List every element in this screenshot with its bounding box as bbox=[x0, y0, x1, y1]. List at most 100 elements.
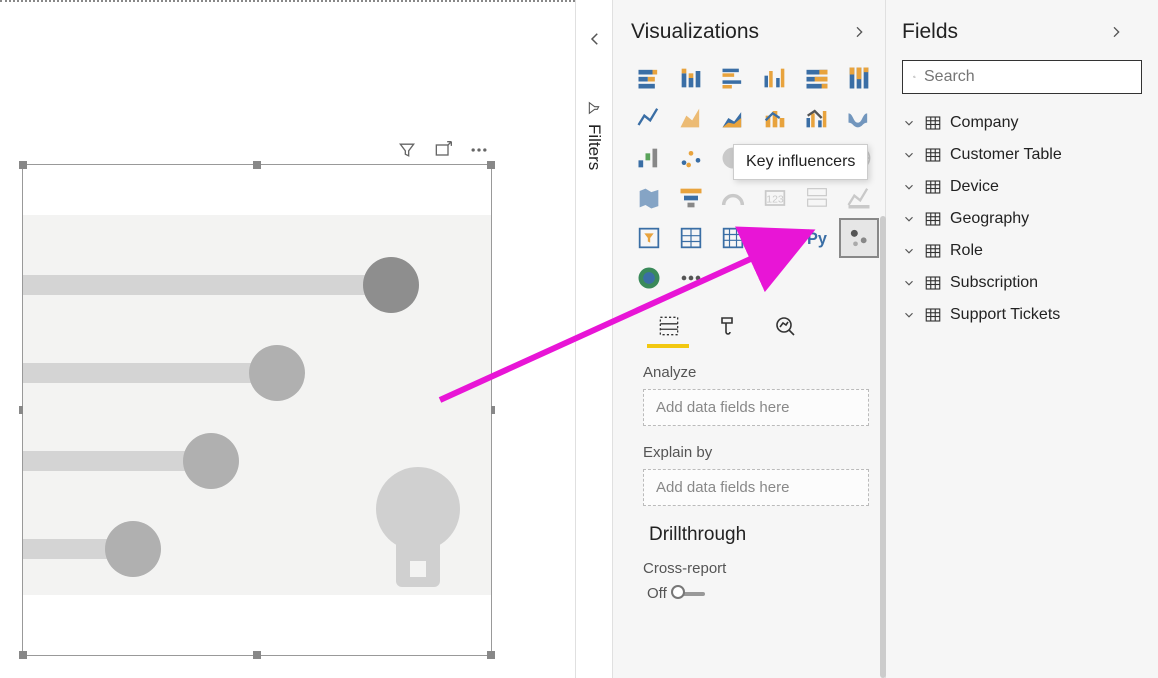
field-table-item[interactable]: Geography bbox=[902, 210, 1142, 228]
field-table-item[interactable]: Support Tickets bbox=[902, 306, 1142, 324]
table-icon bbox=[924, 114, 942, 132]
fields-title: Fields bbox=[902, 20, 958, 44]
fields-tab[interactable] bbox=[655, 310, 683, 342]
fields-search[interactable] bbox=[902, 60, 1142, 94]
viz-card[interactable]: 123 bbox=[757, 180, 793, 216]
resize-handle[interactable] bbox=[487, 161, 495, 169]
table-name: Company bbox=[950, 114, 1018, 132]
viz-funnel[interactable] bbox=[673, 180, 709, 216]
table-name: Role bbox=[950, 242, 983, 260]
chevron-down-icon bbox=[902, 116, 916, 130]
viz-arcgis[interactable] bbox=[631, 260, 667, 296]
table-name: Subscription bbox=[950, 274, 1038, 292]
viz-kpi[interactable] bbox=[841, 180, 877, 216]
filters-label: Filters bbox=[584, 124, 604, 170]
field-table-item[interactable]: Device bbox=[902, 178, 1142, 196]
viz-clustered-bar[interactable] bbox=[715, 60, 751, 96]
chevron-left-icon[interactable] bbox=[586, 30, 604, 48]
viz-table[interactable] bbox=[673, 220, 709, 256]
active-tab-indicator bbox=[647, 344, 689, 348]
viz-stacked-bar[interactable] bbox=[631, 60, 667, 96]
page-boundary-top bbox=[0, 0, 575, 6]
viz-line[interactable] bbox=[631, 100, 667, 136]
visual-header-toolbar bbox=[397, 140, 489, 160]
visualizations-pane: Visualizations 123 bbox=[613, 0, 886, 678]
svg-text:Py: Py bbox=[807, 230, 827, 248]
resize-handle[interactable] bbox=[19, 651, 27, 659]
table-name: Device bbox=[950, 178, 999, 196]
field-table-item[interactable]: Subscription bbox=[902, 274, 1142, 292]
chevron-down-icon bbox=[902, 212, 916, 226]
table-icon bbox=[924, 178, 942, 196]
viz-stacked-column[interactable] bbox=[673, 60, 709, 96]
viz-multirow-card[interactable] bbox=[799, 180, 835, 216]
format-tab[interactable] bbox=[713, 310, 741, 342]
field-table-item[interactable]: Customer Table bbox=[902, 146, 1142, 164]
visualization-gallery: 123 R Py Key influencers bbox=[631, 60, 885, 296]
toggle-state: Off bbox=[647, 585, 667, 602]
viz-slicer[interactable] bbox=[631, 220, 667, 256]
viz-100-stacked-column[interactable] bbox=[841, 60, 877, 96]
focus-mode-icon[interactable] bbox=[433, 140, 453, 160]
filter-icon[interactable] bbox=[397, 140, 417, 160]
viz-line-stacked-column[interactable] bbox=[757, 100, 793, 136]
viz-gauge[interactable] bbox=[715, 180, 751, 216]
viz-get-more[interactable] bbox=[673, 260, 709, 296]
report-canvas[interactable] bbox=[0, 0, 575, 678]
field-table-item[interactable]: Company bbox=[902, 114, 1142, 132]
format-tabs bbox=[631, 310, 885, 342]
filters-icon bbox=[586, 100, 602, 116]
viz-line-clustered-column[interactable] bbox=[799, 100, 835, 136]
fields-pane: Fields Company Customer Table Device Geo… bbox=[886, 0, 1158, 678]
cross-report-toggle[interactable]: Off bbox=[647, 585, 885, 602]
resize-handle[interactable] bbox=[253, 651, 261, 659]
visualizations-title: Visualizations bbox=[631, 20, 759, 44]
viz-key-influencers[interactable] bbox=[841, 220, 877, 256]
viz-area[interactable] bbox=[673, 100, 709, 136]
chevron-right-icon[interactable] bbox=[851, 24, 867, 40]
filters-pane-collapsed[interactable]: Filters bbox=[575, 0, 613, 678]
tooltip-key-influencers: Key influencers bbox=[733, 144, 868, 180]
viz-filled-map[interactable] bbox=[631, 180, 667, 216]
explain-by-label: Explain by bbox=[643, 444, 885, 461]
more-options-icon[interactable] bbox=[469, 140, 489, 160]
viz-stacked-area[interactable] bbox=[715, 100, 751, 136]
viz-waterfall[interactable] bbox=[631, 140, 667, 176]
table-icon bbox=[924, 146, 942, 164]
viz-clustered-column[interactable] bbox=[757, 60, 793, 96]
chevron-down-icon bbox=[902, 180, 916, 194]
chevron-down-icon bbox=[902, 276, 916, 290]
viz-scatter[interactable] bbox=[673, 140, 709, 176]
chevron-down-icon bbox=[902, 148, 916, 162]
resize-handle[interactable] bbox=[253, 161, 261, 169]
search-icon bbox=[913, 68, 916, 86]
table-icon bbox=[924, 210, 942, 228]
cross-report-label: Cross-report bbox=[643, 560, 885, 577]
chevron-right-icon[interactable] bbox=[1108, 24, 1124, 40]
explain-by-field-well[interactable]: Add data fields here bbox=[643, 469, 869, 506]
table-name: Customer Table bbox=[950, 146, 1062, 164]
viz-matrix[interactable] bbox=[715, 220, 751, 256]
fields-table-list: Company Customer Table Device Geography … bbox=[902, 114, 1142, 324]
visual-placeholder-graphic bbox=[23, 215, 491, 595]
key-influencers-visual[interactable] bbox=[22, 164, 492, 656]
resize-handle[interactable] bbox=[19, 161, 27, 169]
viz-python[interactable]: Py bbox=[799, 220, 835, 256]
analyze-label: Analyze bbox=[643, 364, 885, 381]
field-table-item[interactable]: Role bbox=[902, 242, 1142, 260]
drillthrough-title: Drillthrough bbox=[649, 524, 885, 546]
viz-100-stacked-bar[interactable] bbox=[799, 60, 835, 96]
table-icon bbox=[924, 242, 942, 260]
viz-r-script[interactable]: R bbox=[757, 220, 793, 256]
search-input[interactable] bbox=[924, 68, 1131, 86]
analytics-tab[interactable] bbox=[771, 310, 799, 342]
resize-handle[interactable] bbox=[487, 651, 495, 659]
svg-text:R: R bbox=[767, 227, 782, 250]
table-icon bbox=[924, 306, 942, 324]
table-name: Support Tickets bbox=[950, 306, 1060, 324]
chevron-down-icon bbox=[902, 308, 916, 322]
analyze-field-well[interactable]: Add data fields here bbox=[643, 389, 869, 426]
table-name: Geography bbox=[950, 210, 1029, 228]
chevron-down-icon bbox=[902, 244, 916, 258]
viz-ribbon[interactable] bbox=[841, 100, 877, 136]
